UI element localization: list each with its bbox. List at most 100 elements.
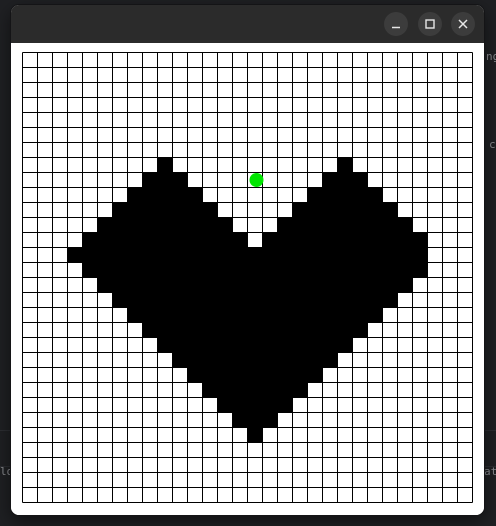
filled-cell[interactable] — [292, 277, 308, 293]
filled-cell[interactable] — [247, 277, 263, 293]
filled-cell[interactable] — [412, 247, 428, 263]
filled-cell[interactable] — [127, 187, 143, 203]
filled-cell[interactable] — [232, 412, 248, 428]
filled-cell[interactable] — [217, 232, 233, 248]
filled-cell[interactable] — [382, 277, 398, 293]
filled-cell[interactable] — [82, 262, 98, 278]
filled-cell[interactable] — [142, 277, 158, 293]
filled-cell[interactable] — [187, 322, 203, 338]
filled-cell[interactable] — [337, 322, 353, 338]
minimize-button[interactable] — [384, 12, 408, 36]
filled-cell[interactable] — [187, 277, 203, 293]
filled-cell[interactable] — [142, 232, 158, 248]
filled-cell[interactable] — [172, 187, 188, 203]
filled-cell[interactable] — [322, 337, 338, 353]
filled-cell[interactable] — [157, 172, 173, 188]
filled-cell[interactable] — [247, 427, 263, 443]
filled-cell[interactable] — [322, 202, 338, 218]
filled-cell[interactable] — [367, 292, 383, 308]
filled-cell[interactable] — [157, 262, 173, 278]
filled-cell[interactable] — [262, 412, 278, 428]
filled-cell[interactable] — [352, 202, 368, 218]
filled-cell[interactable] — [307, 247, 323, 263]
filled-cell[interactable] — [202, 322, 218, 338]
filled-cell[interactable] — [352, 232, 368, 248]
filled-cell[interactable] — [367, 217, 383, 233]
filled-cell[interactable] — [367, 202, 383, 218]
filled-cell[interactable] — [337, 232, 353, 248]
filled-cell[interactable] — [247, 352, 263, 368]
filled-cell[interactable] — [277, 277, 293, 293]
filled-cell[interactable] — [127, 262, 143, 278]
filled-cell[interactable] — [217, 337, 233, 353]
filled-cell[interactable] — [142, 322, 158, 338]
filled-cell[interactable] — [202, 337, 218, 353]
filled-cell[interactable] — [277, 292, 293, 308]
filled-cell[interactable] — [262, 307, 278, 323]
filled-cell[interactable] — [277, 262, 293, 278]
filled-cell[interactable] — [202, 382, 218, 398]
filled-cell[interactable] — [157, 187, 173, 203]
filled-cell[interactable] — [337, 307, 353, 323]
filled-cell[interactable] — [307, 187, 323, 203]
filled-cell[interactable] — [337, 172, 353, 188]
filled-cell[interactable] — [127, 307, 143, 323]
filled-cell[interactable] — [352, 292, 368, 308]
filled-cell[interactable] — [352, 172, 368, 188]
filled-cell[interactable] — [367, 187, 383, 203]
filled-cell[interactable] — [232, 337, 248, 353]
filled-cell[interactable] — [142, 307, 158, 323]
filled-cell[interactable] — [142, 187, 158, 203]
filled-cell[interactable] — [292, 382, 308, 398]
filled-cell[interactable] — [322, 232, 338, 248]
filled-cell[interactable] — [202, 367, 218, 383]
filled-cell[interactable] — [262, 292, 278, 308]
filled-cell[interactable] — [277, 337, 293, 353]
filled-cell[interactable] — [82, 232, 98, 248]
filled-cell[interactable] — [142, 262, 158, 278]
filled-cell[interactable] — [277, 367, 293, 383]
filled-cell[interactable] — [412, 262, 428, 278]
filled-cell[interactable] — [412, 232, 428, 248]
filled-cell[interactable] — [142, 202, 158, 218]
filled-cell[interactable] — [97, 217, 113, 233]
filled-cell[interactable] — [247, 337, 263, 353]
filled-cell[interactable] — [397, 247, 413, 263]
filled-cell[interactable] — [307, 277, 323, 293]
filled-cell[interactable] — [307, 217, 323, 233]
filled-cell[interactable] — [262, 262, 278, 278]
filled-cell[interactable] — [382, 262, 398, 278]
filled-cell[interactable] — [187, 337, 203, 353]
filled-cell[interactable] — [217, 277, 233, 293]
filled-cell[interactable] — [307, 352, 323, 368]
filled-cell[interactable] — [322, 247, 338, 263]
filled-cell[interactable] — [217, 247, 233, 263]
filled-cell[interactable] — [217, 262, 233, 278]
filled-cell[interactable] — [157, 202, 173, 218]
filled-cell[interactable] — [172, 277, 188, 293]
filled-cell[interactable] — [382, 202, 398, 218]
filled-cell[interactable] — [247, 367, 263, 383]
filled-cell[interactable] — [277, 247, 293, 263]
filled-cell[interactable] — [202, 202, 218, 218]
filled-cell[interactable] — [367, 262, 383, 278]
filled-cell[interactable] — [247, 247, 263, 263]
filled-cell[interactable] — [172, 202, 188, 218]
filled-cell[interactable] — [322, 172, 338, 188]
filled-cell[interactable] — [367, 247, 383, 263]
filled-cell[interactable] — [277, 232, 293, 248]
filled-cell[interactable] — [97, 277, 113, 293]
filled-cell[interactable] — [337, 292, 353, 308]
filled-cell[interactable] — [352, 277, 368, 293]
filled-cell[interactable] — [127, 277, 143, 293]
filled-cell[interactable] — [292, 337, 308, 353]
title-bar[interactable] — [11, 5, 484, 43]
filled-cell[interactable] — [292, 352, 308, 368]
filled-cell[interactable] — [292, 247, 308, 263]
filled-cell[interactable] — [277, 352, 293, 368]
filled-cell[interactable] — [217, 382, 233, 398]
filled-cell[interactable] — [397, 232, 413, 248]
filled-cell[interactable] — [322, 352, 338, 368]
filled-cell[interactable] — [217, 397, 233, 413]
filled-cell[interactable] — [217, 307, 233, 323]
